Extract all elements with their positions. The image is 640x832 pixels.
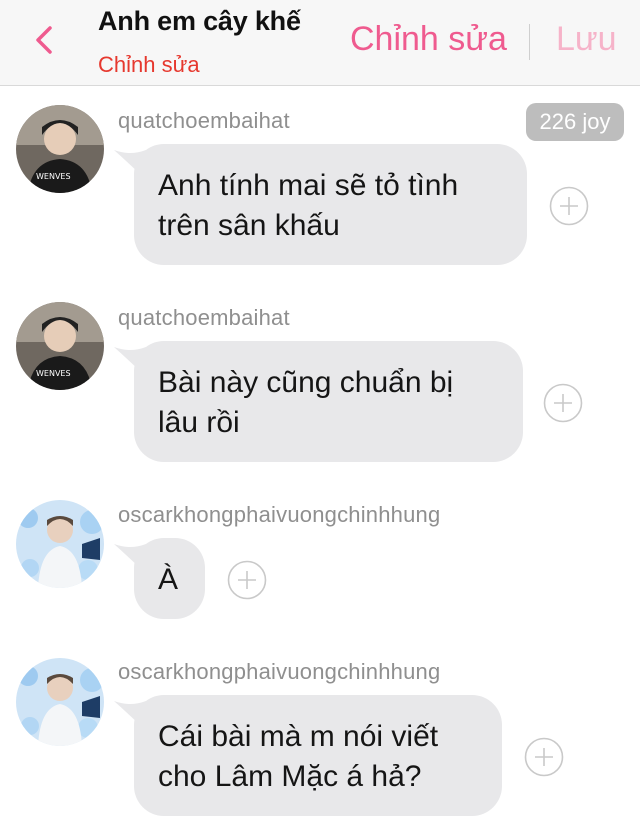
- svg-text:WENVES: WENVES: [36, 172, 71, 181]
- message-username: oscarkhongphaivuongchinhhung: [118, 659, 441, 684]
- add-reaction-icon[interactable]: [524, 737, 564, 777]
- message-bubble[interactable]: À: [134, 538, 205, 619]
- user-avatar[interactable]: WENVES: [16, 105, 104, 193]
- message-bubble[interactable]: Cái bài mà m nói viết cho Lâm Mặc á hả?: [134, 695, 502, 816]
- add-reaction-icon[interactable]: [549, 186, 589, 226]
- user-avatar[interactable]: WENVES: [16, 302, 104, 390]
- chat-title: Anh em cây khế: [98, 6, 301, 36]
- add-reaction-icon[interactable]: [543, 383, 583, 423]
- message-line: cho Lâm Mặc á hả?: [158, 760, 422, 793]
- message-line: lâu rồi: [158, 406, 240, 439]
- message-line: Anh tính mai sẽ tỏ tình: [158, 169, 459, 202]
- message-line: Cái bài mà m nói viết: [158, 720, 439, 753]
- header-divider: [529, 24, 530, 60]
- add-reaction-icon[interactable]: [227, 560, 267, 600]
- message-line: Bài này cũng chuẩn bị: [158, 366, 454, 399]
- message-bubble[interactable]: Anh tính mai sẽ tỏ tình trên sân khấu: [134, 144, 527, 265]
- message-bubble[interactable]: Bài này cũng chuẩn bị lâu rồi: [134, 341, 523, 462]
- joy-badge: 226 joy: [526, 103, 624, 141]
- svg-text:WENVES: WENVES: [36, 369, 71, 378]
- chat-subtitle[interactable]: Chỉnh sửa: [98, 52, 200, 78]
- message-username: quatchoembaihat: [118, 305, 290, 330]
- chevron-left-icon[interactable]: [26, 20, 66, 60]
- edit-button[interactable]: Chỉnh sửa: [350, 20, 507, 59]
- user-avatar[interactable]: [16, 658, 104, 746]
- message-line: trên sân khấu: [158, 209, 340, 242]
- chat-header: Anh em cây khế Chỉnh sửa Chỉnh sửa Lưu: [0, 0, 640, 86]
- user-avatar[interactable]: [16, 500, 104, 588]
- message-line: À: [158, 563, 179, 596]
- save-button[interactable]: Lưu: [556, 20, 617, 59]
- message-username: quatchoembaihat: [118, 108, 290, 133]
- message-username: oscarkhongphaivuongchinhhung: [118, 502, 441, 527]
